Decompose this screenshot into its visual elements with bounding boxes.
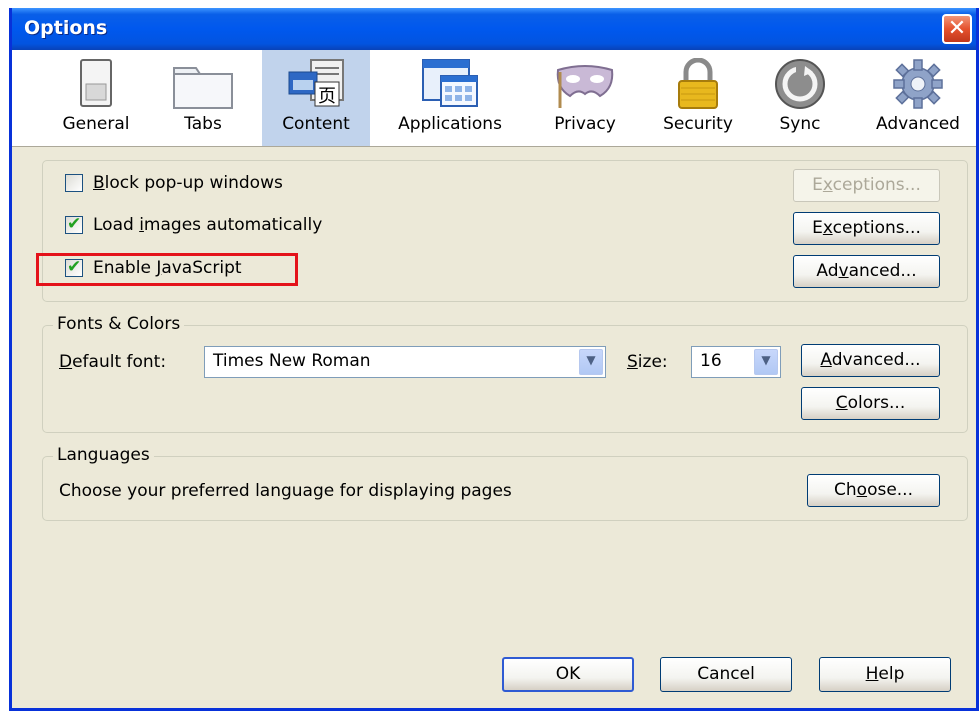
default-font-value: Times New Roman bbox=[213, 351, 371, 371]
tab-label: General bbox=[62, 114, 130, 134]
load-images-label: Load images automatically bbox=[93, 215, 323, 235]
choose-language-button[interactable]: Choose... bbox=[807, 474, 940, 507]
tab-tabs[interactable]: Tabs bbox=[157, 50, 249, 146]
tab-sync[interactable]: Sync bbox=[760, 50, 840, 146]
tab-label: Applications bbox=[398, 114, 502, 134]
tab-content[interactable]: 页 Content bbox=[262, 50, 370, 146]
tab-security[interactable]: Security bbox=[646, 50, 750, 146]
document-icon: 页 bbox=[288, 59, 344, 107]
close-button[interactable]: ✕ bbox=[942, 14, 972, 44]
window-title: Options bbox=[24, 17, 108, 39]
tab-label: Tabs bbox=[184, 114, 222, 134]
javascript-highlight-box bbox=[36, 253, 298, 286]
fonts-colors-group: Fonts & Colors Default font: Times New R… bbox=[42, 314, 968, 433]
font-size-select[interactable]: 16 ▼ bbox=[691, 346, 781, 378]
block-popups-option[interactable]: Block pop-up windows bbox=[65, 171, 283, 195]
folder-tabs-icon bbox=[173, 67, 233, 109]
default-font-label: Default font: bbox=[59, 352, 167, 372]
chevron-down-icon[interactable]: ▼ bbox=[754, 349, 778, 375]
default-font-select[interactable]: Times New Roman ▼ bbox=[204, 346, 606, 378]
block-popups-checkbox[interactable] bbox=[65, 174, 83, 192]
tab-applications[interactable]: Applications bbox=[384, 50, 516, 146]
chevron-down-icon[interactable]: ▼ bbox=[579, 349, 603, 375]
ok-button[interactable]: OK bbox=[502, 657, 634, 692]
checkmark-icon: ✔ bbox=[67, 214, 82, 234]
load-images-option[interactable]: ✔ Load images automatically bbox=[65, 213, 322, 237]
tab-label: Advanced bbox=[876, 114, 960, 134]
fonts-colors-legend: Fonts & Colors bbox=[53, 314, 185, 334]
mask-icon bbox=[556, 65, 614, 108]
load-images-checkbox[interactable]: ✔ bbox=[65, 214, 83, 234]
tab-label: Sync bbox=[779, 114, 821, 134]
sync-icon bbox=[775, 59, 825, 109]
tab-label: Security bbox=[663, 114, 733, 134]
cancel-button[interactable]: Cancel bbox=[660, 657, 792, 692]
images-exceptions-button[interactable]: Exceptions... bbox=[793, 212, 940, 245]
applications-icon bbox=[422, 59, 478, 107]
svg-text:页: 页 bbox=[318, 86, 336, 107]
switch-icon bbox=[80, 59, 112, 107]
size-label: Size: bbox=[627, 352, 668, 372]
block-popups-label: Block pop-up windows bbox=[93, 173, 283, 193]
popup-exceptions-button[interactable]: Exceptions... bbox=[793, 169, 940, 202]
padlock-icon bbox=[678, 58, 718, 109]
languages-legend: Languages bbox=[53, 445, 154, 465]
tab-advanced[interactable]: Advanced bbox=[862, 50, 974, 146]
close-icon: ✕ bbox=[947, 16, 967, 41]
title-bar[interactable]: Options ✕ bbox=[12, 8, 976, 50]
tab-general[interactable]: General bbox=[50, 50, 142, 146]
options-window: Options ✕ General Tabs 页 Content Applica… bbox=[9, 8, 979, 711]
tab-label: Content bbox=[282, 114, 350, 134]
colors-button[interactable]: Colors... bbox=[801, 387, 940, 420]
tab-label: Privacy bbox=[554, 114, 616, 134]
gear-icon bbox=[893, 59, 943, 109]
font-size-value: 16 bbox=[700, 351, 722, 371]
category-toolbar: General Tabs 页 Content Applications Priv… bbox=[12, 50, 976, 147]
help-button[interactable]: Help bbox=[819, 657, 951, 692]
languages-description: Choose your preferred language for displ… bbox=[59, 481, 512, 501]
tab-privacy[interactable]: Privacy bbox=[537, 50, 633, 146]
javascript-advanced-button[interactable]: Advanced... bbox=[793, 255, 940, 288]
fonts-advanced-button[interactable]: Advanced... bbox=[801, 344, 940, 377]
languages-group: Languages Choose your preferred language… bbox=[42, 445, 968, 521]
